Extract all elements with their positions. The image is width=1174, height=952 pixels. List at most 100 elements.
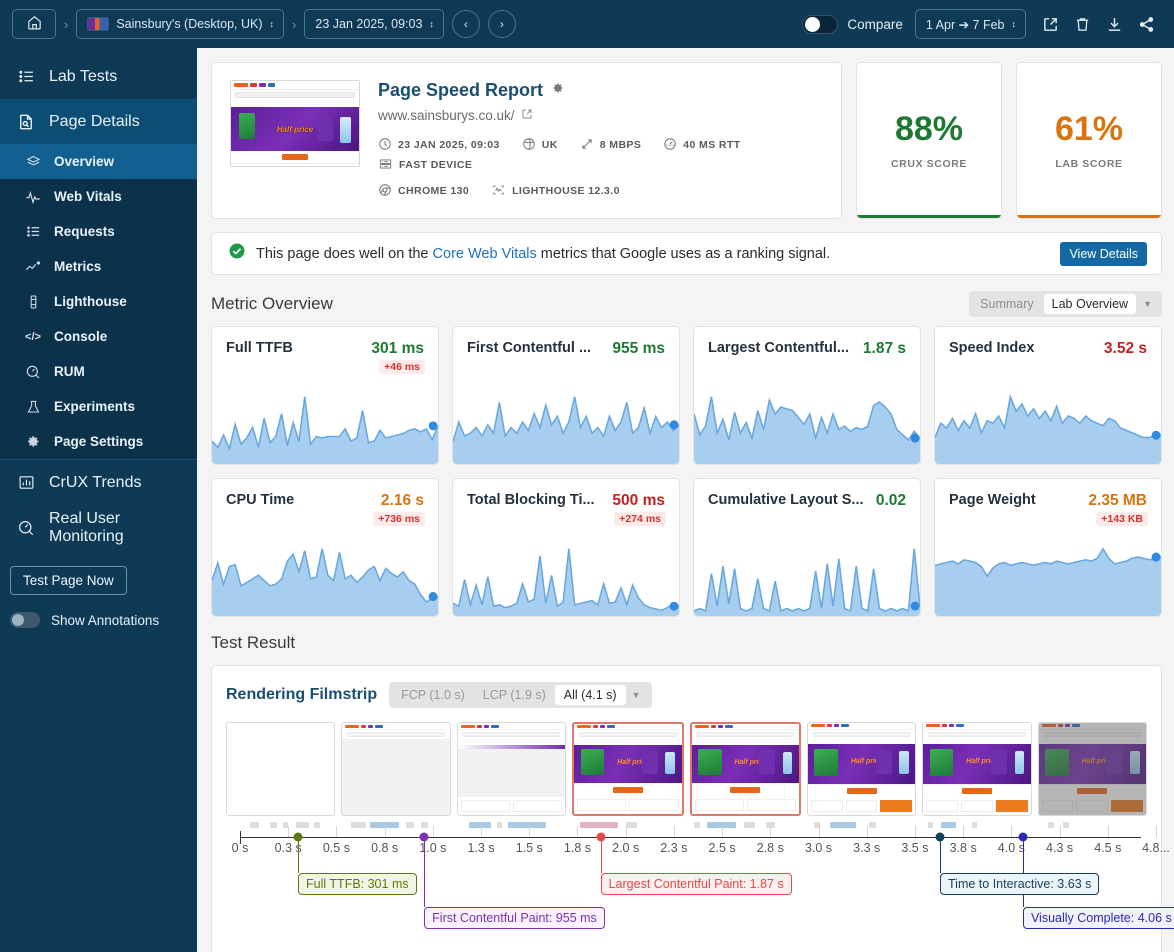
view-details-button[interactable]: View Details xyxy=(1060,241,1147,266)
timeline-stem xyxy=(940,837,942,873)
core-web-vitals-link[interactable]: Core Web Vitals xyxy=(433,246,537,262)
bar-chart-icon xyxy=(16,474,36,491)
sidebar-item-page-details[interactable]: Page Details xyxy=(0,99,197,144)
sidebar-item-lab-tests[interactable]: Lab Tests xyxy=(0,54,197,99)
show-annotations-row[interactable]: Show Annotations xyxy=(10,612,197,628)
open-external-icon[interactable] xyxy=(1034,8,1066,40)
sidebar-item-metrics[interactable]: Metrics xyxy=(0,249,197,284)
code-icon: </> xyxy=(25,330,41,343)
meta-device: FAST DEVICE xyxy=(378,155,472,175)
meta-label: 8 MBPS xyxy=(599,139,642,151)
timeline-marker-label[interactable]: Largest Contentful Paint: 1.87 s xyxy=(600,873,792,895)
timeline-tick-label: 2.3 s xyxy=(660,841,688,855)
filmstrip-frame[interactable]: Half price xyxy=(572,722,684,816)
sidebar-item-web-vitals[interactable]: Web Vitals xyxy=(0,179,197,214)
sidebar-item-crux-trends[interactable]: CrUX Trends xyxy=(0,460,197,505)
filmstrip-frame[interactable] xyxy=(226,722,336,816)
metric-name: Speed Index xyxy=(949,340,1035,356)
metric-card[interactable]: CPU Time 2.16 s +736 ms xyxy=(211,478,439,617)
filmstrip-frame[interactable]: Half price xyxy=(922,722,1032,816)
timeline-marker-label[interactable]: Time to Interactive: 3.63 s xyxy=(940,873,1100,895)
breadcrumb-separator-1: › xyxy=(64,16,69,32)
waterfall-segment xyxy=(405,822,415,828)
sidebar-item-lighthouse[interactable]: Lighthouse xyxy=(0,284,197,319)
compare-toggle[interactable] xyxy=(802,14,839,34)
filmstrip-frame[interactable] xyxy=(341,722,451,816)
metric-card[interactable]: Full TTFB 301 ms +46 ms xyxy=(211,326,439,465)
metric-name: Total Blocking Ti... xyxy=(467,492,595,508)
metric-card[interactable]: Cumulative Layout S... 0.02 xyxy=(693,478,921,617)
timeline-marker-dot[interactable] xyxy=(935,832,945,842)
timeline-marker-label[interactable]: Full TTFB: 301 ms xyxy=(298,873,417,895)
timeline-marker-dot[interactable] xyxy=(1018,832,1028,842)
gear-icon[interactable] xyxy=(551,81,565,100)
page-screenshot-thumbnail[interactable]: Half price xyxy=(230,80,360,167)
sidebar-item-label: Requests xyxy=(54,224,115,239)
timeline-tick xyxy=(1156,826,1157,837)
sidebar-item-page-settings[interactable]: Page Settings xyxy=(0,424,197,459)
caret-down-icon[interactable]: ▼ xyxy=(1138,299,1159,309)
sidebar-item-label: Lab Tests xyxy=(49,67,118,85)
segment-summary[interactable]: Summary xyxy=(972,294,1041,314)
page-url-row[interactable]: www.sainsburys.co.uk/ xyxy=(378,108,823,123)
timeline-marker-dot[interactable] xyxy=(293,832,303,842)
sidebar-item-real-user-monitoring[interactable]: Real User Monitoring xyxy=(0,505,197,550)
date-selector[interactable]: 23 Jan 2025, 09:03 ↕ xyxy=(304,9,444,39)
filmstrip-frame[interactable]: Half price xyxy=(1037,722,1147,816)
sidebar-item-console[interactable]: </> Console xyxy=(0,319,197,354)
sidebar-sub-list: Overview Web Vitals Requests Metrics Lig… xyxy=(0,144,197,459)
site-selector[interactable]: Sainsbury's (Desktop, UK) ↕ xyxy=(76,9,285,39)
metric-name: CPU Time xyxy=(226,492,295,508)
sidebar-item-overview[interactable]: Overview xyxy=(0,144,197,179)
home-button[interactable] xyxy=(12,9,56,39)
external-link-icon[interactable] xyxy=(521,108,533,123)
date-range-selector[interactable]: 1 Apr ➔ 7 Feb ↕ xyxy=(914,9,1026,39)
filmstrip-frame[interactable]: Half price xyxy=(689,722,801,816)
test-page-now-button[interactable]: Test Page Now xyxy=(10,566,127,595)
filmstrip-frame[interactable]: Half price xyxy=(806,722,917,816)
filmstrip-option-lcp[interactable]: LCP (1.9 s) xyxy=(474,685,555,705)
timeline-marker-dot[interactable] xyxy=(596,832,606,842)
trash-icon[interactable] xyxy=(1066,8,1098,40)
share-icon[interactable] xyxy=(1130,8,1162,40)
metric-value: 3.52 s xyxy=(1103,340,1147,357)
metric-card[interactable]: Speed Index 3.52 s xyxy=(934,326,1162,465)
metric-card[interactable]: Total Blocking Ti... 500 ms +274 ms xyxy=(452,478,680,617)
meta-label: 40 MS RTT xyxy=(683,139,741,151)
meta-bandwidth: 8 MBPS xyxy=(580,135,642,155)
timeline-marker-label[interactable]: First Contentful Paint: 955 ms xyxy=(424,907,605,929)
test-result-title: Test Result xyxy=(211,633,296,652)
top-bar-right: Compare 1 Apr ➔ 7 Feb ↕ xyxy=(802,8,1162,40)
flask-icon xyxy=(24,399,42,415)
metric-card-header: Total Blocking Ti... 500 ms xyxy=(453,479,679,510)
waterfall-column xyxy=(921,819,1031,831)
metric-card[interactable]: First Contentful ... 955 ms xyxy=(452,326,680,465)
sidebar-item-rum[interactable]: RUM xyxy=(0,354,197,389)
download-icon[interactable] xyxy=(1098,8,1130,40)
filmstrip-option-fcp[interactable]: FCP (1.0 s) xyxy=(392,685,474,705)
next-test-button[interactable]: › xyxy=(487,10,516,38)
metric-card[interactable]: Page Weight 2.35 MB +143 KB xyxy=(934,478,1162,617)
timeline-marker-dot[interactable] xyxy=(419,832,429,842)
previous-test-button[interactable]: ‹ xyxy=(451,10,480,38)
filmstrip-frame[interactable] xyxy=(456,722,567,816)
waterfall-column xyxy=(458,819,568,831)
filmstrip-option-all[interactable]: All (4.1 s) xyxy=(554,685,626,705)
sidebar-item-label: CrUX Trends xyxy=(49,473,142,491)
test-page-now-label: Test Page Now xyxy=(23,573,114,588)
sidebar-item-label: Experiments xyxy=(54,399,136,414)
show-annotations-toggle[interactable] xyxy=(10,612,40,628)
sidebar-item-experiments[interactable]: Experiments xyxy=(0,389,197,424)
sidebar-item-requests[interactable]: Requests xyxy=(0,214,197,249)
segment-lab-overview[interactable]: Lab Overview xyxy=(1043,294,1137,314)
meta-label: 23 JAN 2025, 09:03 xyxy=(398,139,500,151)
show-annotations-label: Show Annotations xyxy=(51,612,160,628)
metric-card[interactable]: Largest Contentful... 1.87 s xyxy=(693,326,921,465)
timeline-marker-label[interactable]: Visually Complete: 4.06 s xyxy=(1022,907,1174,929)
caret-down-icon[interactable]: ▼ xyxy=(626,690,649,700)
timeline-tick-label: 3.0 s xyxy=(804,841,833,855)
metric-name: First Contentful ... xyxy=(467,340,592,356)
timeline-tick-label: 2.5 s xyxy=(708,841,736,855)
show-annotations-knob xyxy=(12,614,24,626)
metric-value: 1.87 s xyxy=(862,340,906,357)
